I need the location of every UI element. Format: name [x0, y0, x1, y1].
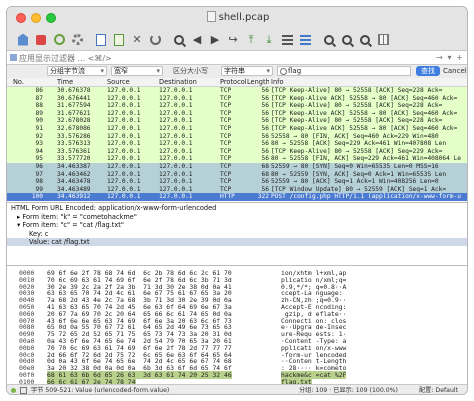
title-bar: shell.pcap — [7, 7, 467, 29]
detail-tree-item[interactable]: HTML Form URL Encoded: application/x-www… — [7, 204, 467, 212]
packet-cell-protocol: HTTP — [220, 193, 235, 201]
display-filter-bar: → ▾ + — [7, 51, 467, 65]
apply-filter-arrow-icon[interactable]: → — [435, 53, 444, 63]
close-file-icon[interactable]: ✕ — [129, 32, 145, 47]
status-field-info: 字节 509-521: Value (urlencoded-form.value… — [31, 387, 170, 394]
go-forward-icon[interactable]: ▶ — [207, 32, 223, 47]
search-charset-value: 宽窄 — [114, 67, 128, 75]
packet-cell-source: 127.0.0.1 — [107, 193, 141, 201]
case-sensitive-label[interactable]: 区分大小写 — [173, 66, 208, 76]
go-first-icon[interactable]: ⤒ — [243, 32, 259, 47]
shark-fin-icon[interactable] — [15, 32, 31, 47]
column-header-destination[interactable]: Destination — [159, 78, 219, 86]
search-string-value: flag — [288, 67, 302, 75]
column-header-protocol[interactable]: Protocol — [220, 78, 246, 86]
main-toolbar: ✕ ◀ ▶ ↪ ⤒ ⤓ — [7, 29, 467, 51]
packet-row[interactable]: 100 34.463912 127.0.0.1 127.0.0.1 HTTP 322 POS… — [7, 193, 467, 202]
search-type-dropdown[interactable]: 字符串 — [221, 66, 273, 76]
window-title: shell.pcap — [218, 12, 270, 23]
packet-cell-length: 322 — [257, 193, 269, 201]
save-file-icon[interactable] — [111, 32, 127, 47]
display-filter-input[interactable] — [19, 52, 419, 64]
add-filter-button-icon[interactable]: + — [455, 53, 464, 63]
packet-cell-info: POST /config.php HTTP/1.1 (application/x… — [271, 193, 461, 201]
zoom-out-icon[interactable] — [339, 32, 355, 47]
autoscroll-icon[interactable] — [279, 32, 295, 47]
stop-icon[interactable] — [33, 32, 49, 47]
search-scope-value: 分组字节流 — [50, 67, 85, 75]
packet-details-pane: HTML Form URL Encoded: application/x-www… — [7, 203, 467, 266]
status-bar: 字节 509-521: Value (urlencoded-form.value… — [7, 384, 467, 394]
restart-icon[interactable] — [51, 32, 67, 47]
packet-list: No. Time Source Destination Protocol Len… — [7, 78, 467, 203]
detail-tree-item[interactable]: ▸ Form item: "k" = "cometohackme" — [7, 213, 467, 221]
filter-dropdown-icon[interactable]: ▾ — [445, 53, 454, 63]
search-charset-dropdown[interactable]: 宽窄 — [111, 66, 163, 76]
open-file-icon[interactable] — [93, 32, 109, 47]
find-packet-icon[interactable] — [171, 32, 187, 47]
column-header-source[interactable]: Source — [107, 78, 159, 86]
status-packet-count: 分组: 109 · 已显示: 109 (100.0%) — [299, 387, 398, 394]
column-header-length[interactable]: Length — [247, 78, 269, 86]
detail-tree-item[interactable]: Value: cat /flag.txt — [7, 238, 467, 247]
find-packet-bar: 分组字节流 宽窄 区分大小写 字符串 flag 查找 Cancel — [7, 65, 467, 77]
find-button[interactable]: 查找 — [416, 66, 440, 76]
resize-columns-icon[interactable] — [375, 32, 391, 47]
cancel-button[interactable]: Cancel — [443, 66, 467, 76]
column-header-time[interactable]: Time — [57, 78, 107, 86]
zoom-in-icon[interactable] — [321, 32, 337, 47]
packet-cell-no: 100 — [31, 193, 43, 201]
packet-bytes-pane: 0000 69 6f 6e 2f 78 68 74 6d 6c 2b 78 6d … — [7, 266, 467, 384]
edit-comment-icon[interactable] — [20, 387, 27, 394]
packet-cell-destination: 127.0.0.1 — [159, 193, 193, 201]
search-scope-dropdown[interactable]: 分组字节流 — [47, 66, 107, 76]
go-last-icon[interactable]: ⤓ — [261, 32, 277, 47]
window-title-area: shell.pcap — [7, 11, 467, 23]
document-icon — [206, 11, 216, 22]
detail-tree-item[interactable]: ▾ Form item: "c" = "cat /flag.txt" — [7, 221, 467, 229]
search-type-value: 字符串 — [224, 67, 245, 75]
packet-list-header: No. Time Source Destination Protocol Len… — [7, 78, 467, 87]
options-gear-icon[interactable] — [69, 32, 85, 47]
go-to-packet-icon[interactable]: ↪ — [225, 32, 241, 47]
search-string-input[interactable]: flag — [277, 66, 411, 76]
wireshark-window: shell.pcap ✕ ◀ ▶ ↪ ⤒ ⤓ → ▾ + 分组字节流 宽窄 区分… — [6, 6, 468, 395]
colorize-icon[interactable] — [297, 32, 313, 47]
filter-bookmark-icon[interactable] — [10, 54, 17, 61]
normal-size-icon[interactable] — [357, 32, 373, 47]
reload-icon[interactable] — [147, 32, 163, 47]
capture-status-icon[interactable] — [11, 388, 16, 393]
status-profile[interactable]: 配置: Default — [419, 385, 458, 394]
column-header-info[interactable]: Info — [271, 78, 467, 86]
detail-tree-item[interactable]: Key: c — [7, 230, 467, 238]
go-back-icon[interactable]: ◀ — [189, 32, 205, 47]
column-header-no[interactable]: No. — [13, 78, 39, 86]
packet-cell-time: 34.463912 — [57, 193, 91, 201]
